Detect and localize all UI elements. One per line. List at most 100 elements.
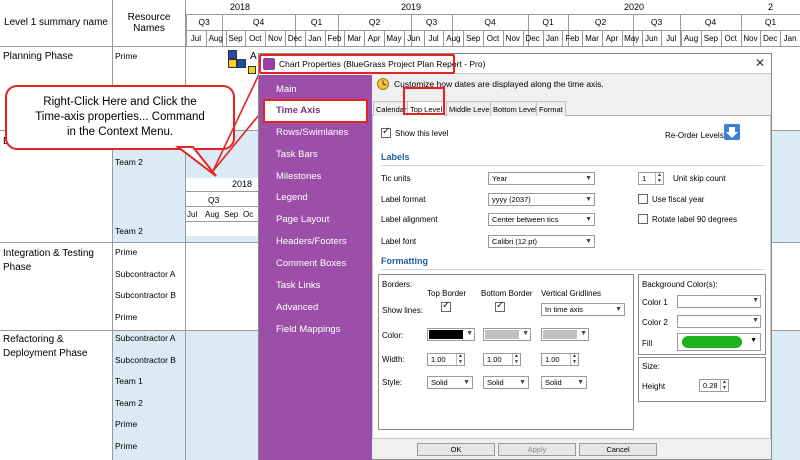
tab-bottom-level[interactable]: Bottom Level — [490, 101, 540, 116]
month-label[interactable]: Nov — [265, 31, 285, 46]
month-label[interactable]: Oct — [245, 31, 265, 46]
quarter-label[interactable]: Q1 — [528, 15, 568, 30]
month-label[interactable]: Nov — [503, 31, 523, 46]
month-label[interactable]: Jul — [661, 31, 681, 46]
month-label[interactable]: Dec — [285, 31, 305, 46]
month-label[interactable]: Sep — [463, 31, 483, 46]
task-marker[interactable] — [237, 59, 246, 68]
quarter-label[interactable]: Q4 — [222, 15, 295, 30]
sidebar-item-page-layout[interactable]: Page Layout — [276, 214, 329, 225]
month-label[interactable]: May — [622, 31, 642, 46]
month-label[interactable]: Aug — [206, 31, 226, 46]
mini-month[interactable]: Aug — [205, 210, 219, 219]
mini-quarter[interactable]: Q3 — [208, 195, 219, 205]
sidebar-item-task-links[interactable]: Task Links — [276, 280, 320, 291]
sidebar-item-advanced[interactable]: Advanced — [276, 302, 318, 313]
task-marker[interactable] — [228, 59, 237, 68]
spinner-arrows-icon[interactable]: ▲ ▼ — [512, 353, 520, 365]
month-label[interactable]: Jan — [780, 31, 800, 46]
phase-label-refactoring[interactable]: Refactoring & Deployment Phase — [3, 333, 108, 360]
bottom-border-checkbox[interactable] — [495, 300, 505, 312]
color1-picker[interactable]: ▼ — [677, 295, 761, 308]
top-style-dropdown[interactable]: Solid ▼ — [427, 376, 473, 389]
month-label[interactable]: Dec — [523, 31, 543, 46]
bottom-width-spinner[interactable]: 1.00 ▲ ▼ — [483, 353, 521, 366]
quarter-label[interactable]: Q3 — [411, 15, 452, 30]
month-label[interactable]: Apr — [364, 31, 384, 46]
month-label[interactable]: Jun — [404, 31, 424, 46]
cancel-button[interactable]: Cancel — [579, 443, 657, 456]
month-label[interactable]: Dec — [760, 31, 780, 46]
ok-button[interactable]: OK — [417, 443, 495, 456]
rotate-label-checkbox[interactable] — [638, 214, 648, 224]
fill-picker[interactable]: ▼ — [677, 333, 761, 351]
apply-button[interactable]: Apply — [498, 443, 576, 456]
month-label[interactable]: Aug — [681, 31, 701, 46]
sidebar-item-legend[interactable]: Legend — [276, 192, 308, 203]
tic-units-dropdown[interactable]: Year ▼ — [488, 172, 595, 185]
sidebar-item-task-bars[interactable]: Task Bars — [276, 149, 318, 160]
month-label[interactable]: Jan — [543, 31, 563, 46]
month-label[interactable]: Feb — [325, 31, 345, 46]
column-header-resource[interactable]: Resource Names — [113, 0, 185, 46]
month-label[interactable]: Jul — [424, 31, 444, 46]
sidebar-item-rows-swimlanes[interactable]: Rows/Swimlanes — [276, 127, 348, 138]
spinner-arrows-icon[interactable]: ▲ ▼ — [720, 379, 728, 391]
year-label[interactable]: 2020 — [528, 0, 740, 14]
mini-time-scale[interactable]: 2018 Q3 Jul Aug Sep Oc — [186, 178, 258, 236]
color2-picker[interactable]: ▼ — [677, 315, 761, 328]
quarter-label[interactable]: Q3 — [186, 15, 222, 30]
sidebar-item-comment-boxes[interactable]: Comment Boxes — [276, 258, 346, 269]
reorder-levels-button[interactable] — [724, 124, 740, 140]
spinner-arrows-icon[interactable]: ▲ ▼ — [655, 172, 663, 184]
fiscal-year-checkbox[interactable] — [638, 194, 648, 204]
quarter-label[interactable]: Q3 — [633, 15, 680, 30]
mini-year[interactable]: 2018 — [232, 179, 252, 189]
chart-properties-dialog[interactable]: Chart Properties (BlueGrass Project Plan… — [258, 53, 772, 460]
sidebar-item-time-axis[interactable]: Time Axis — [276, 105, 321, 116]
sidebar-item-field-mappings[interactable]: Field Mappings — [276, 324, 340, 335]
sidebar-item-main[interactable]: Main — [276, 84, 297, 95]
month-label[interactable]: Jul — [186, 31, 206, 46]
grid-width-spinner[interactable]: 1.00 ▲ ▼ — [541, 353, 579, 366]
top-color-picker[interactable]: ▼ — [427, 328, 475, 341]
phase-label-integration[interactable]: Integration & Testing Phase — [3, 247, 108, 274]
close-icon[interactable]: ✕ — [755, 56, 765, 70]
month-label[interactable]: Aug — [443, 31, 463, 46]
dialog-titlebar[interactable]: Chart Properties (BlueGrass Project Plan… — [259, 54, 771, 74]
quarter-label[interactable]: Q1 — [295, 15, 338, 30]
month-label[interactable]: Oct — [721, 31, 741, 46]
task-label[interactable]: A — [250, 51, 257, 62]
year-label[interactable]: 2018 — [186, 0, 294, 14]
quarter-label[interactable]: Q4 — [680, 15, 741, 30]
task-marker[interactable] — [228, 50, 237, 59]
quarter-label[interactable]: Q4 — [452, 15, 528, 30]
unit-skip-spinner[interactable]: 1 ▲ ▼ — [638, 172, 664, 185]
quarter-label[interactable]: Q2 — [568, 15, 633, 30]
top-width-spinner[interactable]: 1.00 ▲ ▼ — [427, 353, 465, 366]
tab-format[interactable]: Format — [536, 101, 566, 116]
month-label[interactable]: Nov — [741, 31, 761, 46]
sidebar-item-milestones[interactable]: Milestones — [276, 171, 321, 182]
label-alignment-dropdown[interactable]: Center between tics ▼ — [488, 213, 595, 226]
year-label[interactable]: 2019 — [295, 0, 527, 14]
month-label[interactable]: Sep — [226, 31, 246, 46]
bottom-color-picker[interactable]: ▼ — [483, 328, 531, 341]
column-header-level1[interactable]: Level 1 summary name — [0, 0, 112, 46]
mini-month[interactable]: Sep — [224, 210, 238, 219]
spinner-arrows-icon[interactable]: ▲ ▼ — [456, 353, 464, 365]
month-label[interactable]: Jun — [642, 31, 662, 46]
grid-style-dropdown[interactable]: Solid ▼ — [541, 376, 587, 389]
gridlines-dropdown[interactable]: In time axis ▼ — [541, 303, 625, 316]
phase-label-planning[interactable]: Planning Phase — [3, 50, 108, 64]
month-label[interactable]: Oct — [483, 31, 503, 46]
label-font-dropdown[interactable]: Calibri (12 pt) ▼ — [488, 235, 595, 248]
grid-color-picker[interactable]: ▼ — [541, 328, 589, 341]
task-marker[interactable] — [248, 66, 256, 74]
month-label[interactable]: Sep — [701, 31, 721, 46]
sidebar-item-headers-footers[interactable]: Headers/Footers — [276, 236, 347, 247]
tab-middle-level[interactable]: Middle Level — [446, 101, 495, 116]
label-format-dropdown[interactable]: yyyy (2037) ▼ — [488, 193, 595, 206]
month-label[interactable]: Jan — [305, 31, 325, 46]
quarter-label[interactable]: Q1 — [741, 15, 800, 30]
